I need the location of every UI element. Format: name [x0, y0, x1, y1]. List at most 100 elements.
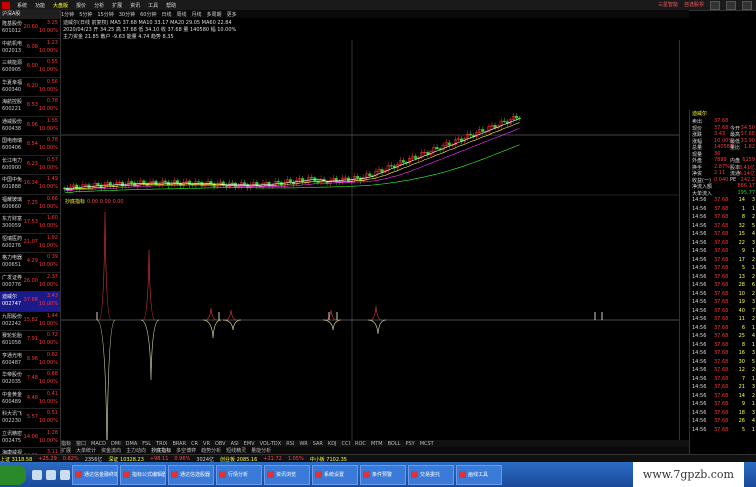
period-button-6[interactable]: 周线 — [177, 11, 187, 18]
stock-row[interactable]: 中国中免 601888 16.34 1.49 10.00% — [0, 175, 60, 195]
menu-item-7[interactable]: 工具 — [148, 2, 158, 9]
indicator-tab-6[interactable]: TRIX — [156, 441, 167, 447]
indicator-tab-18[interactable]: CCI — [342, 441, 350, 447]
stock-row[interactable]: 赛轮轮胎 601058 7.91 0.72 10.00% — [0, 331, 60, 351]
menu-item-5[interactable]: 扩展 — [112, 2, 122, 9]
indicator-tab-7[interactable]: BRAR — [172, 441, 186, 447]
menu-item-1[interactable]: 功能 — [35, 2, 45, 9]
taskbar-window-button[interactable]: 条件预警 — [360, 464, 406, 485]
stock-row[interactable]: 中航机电 002013 6.08 1.23 10.00% — [0, 39, 60, 58]
menu-right-item-2[interactable]: 自选股票 — [684, 1, 704, 10]
period-button-3[interactable]: 30分钟 — [119, 11, 135, 18]
quicklaunch-desktop-icon[interactable] — [46, 469, 56, 480]
stock-row[interactable]: 华帝股份 002035 7.48 0.68 10.00% — [0, 370, 60, 390]
taskbar-window-button[interactable]: 通达信选股器 — [168, 464, 214, 485]
menu-item-6[interactable]: 资讯 — [130, 2, 140, 9]
stock-row[interactable]: 长江电力 600900 6.23 0.57 10.00% — [0, 156, 60, 175]
extension-tab-6[interactable]: 趋势分析 — [201, 447, 221, 454]
extension-tab-1[interactable]: 大单统计 — [76, 447, 96, 454]
start-button[interactable] — [0, 464, 26, 485]
menu-item-3[interactable]: 报价 — [76, 2, 86, 9]
extension-tab-8[interactable]: 量能分析 — [251, 447, 271, 454]
stock-row[interactable]: 亨通光电 600487 8.96 0.82 10.00% — [0, 351, 60, 370]
stock-row[interactable]: 三峡能源 600905 6.00 0.55 10.00% — [0, 58, 60, 78]
stock-row[interactable]: 广发证券 000776 26.00 2.37 10.00% — [0, 273, 60, 292]
indicator-tab-9[interactable]: VR — [203, 441, 210, 447]
taskbar-window-button[interactable]: 系统设置 — [312, 464, 358, 485]
indicator-tab-21[interactable]: BOLL — [388, 441, 401, 447]
taskbar-window-button[interactable]: 通达信金融终端 — [72, 464, 118, 485]
indicator-tab-16[interactable]: SAR — [313, 441, 323, 447]
indicator-tab-3[interactable]: DMI — [111, 441, 121, 447]
indicator-tab-4[interactable]: DMA — [126, 441, 138, 447]
period-button-7[interactable]: 月线 — [192, 11, 202, 18]
stock-row[interactable]: 东方财富 300059 17.53 1.60 10.00% — [0, 214, 60, 234]
maximize-icon[interactable] — [726, 0, 736, 10]
quicklaunch-ie-icon[interactable] — [32, 469, 42, 480]
close-icon[interactable] — [742, 0, 752, 10]
kline-chart[interactable]: 抄底指标 0.00 0.00 0.00 — [61, 40, 679, 440]
period-button-9[interactable]: 更多 — [227, 11, 237, 18]
extension-tab-0[interactable]: 扩展 — [61, 447, 71, 454]
menu-item-2[interactable]: 大盘版 — [53, 2, 68, 9]
indicator-tab-23[interactable]: MCST — [420, 441, 434, 447]
indicator-tab-11[interactable]: ASI — [231, 441, 239, 447]
stock-row[interactable]: 隆基股份 601012 20.60 3.25 10.00% — [0, 19, 60, 39]
taskbar-window-button[interactable]: 交易委托 — [408, 464, 454, 485]
indicator-tab-22[interactable]: PSY — [405, 441, 414, 447]
stock-row[interactable]: 中金黄金 600489 4.48 0.41 10.00% — [0, 390, 60, 409]
stock-row[interactable]: 科大讯飞 002230 5.57 0.51 10.00% — [0, 409, 60, 429]
stock-row[interactable]: 福耀玻璃 600660 7.25 0.66 10.00% — [0, 195, 60, 214]
menu-right-item-1[interactable]: 三星智能 — [658, 1, 678, 10]
menu-item-8[interactable]: 帮助 — [166, 2, 176, 9]
taskbar-window-label: 通达信选股器 — [180, 472, 211, 478]
minimize-icon[interactable] — [710, 0, 720, 10]
stock-row[interactable]: 迪威尔 002747 37.68 3.43 10.00% — [0, 292, 60, 312]
stock-row[interactable]: 恒瑞医药 600276 21.07 1.92 10.00% — [0, 234, 60, 253]
indicator-tab-14[interactable]: RSI — [286, 441, 294, 447]
extension-tab-4[interactable]: 抄底指标 — [151, 447, 171, 454]
candle-body — [267, 182, 271, 187]
tick-list[interactable]: 14:56 37.68 14 3 14:56 37.68 1 1 14:56 37.68 8 2 14:… — [690, 197, 756, 435]
period-button-0[interactable]: 1分钟 — [61, 11, 74, 18]
menu-item-0[interactable]: 系统 — [17, 2, 27, 9]
tick-price: 37.68 — [714, 231, 729, 237]
stock-row[interactable]: 华夏幸福 600340 6.20 0.56 10.00% — [0, 78, 60, 97]
stock-row[interactable]: 通威股份 600438 6.06 1.55 10.00% — [0, 117, 60, 136]
period-button-2[interactable]: 15分钟 — [97, 11, 113, 18]
stock-row[interactable]: 国电南瑞 600406 8.54 0.78 10.00% — [0, 136, 60, 156]
indicator-tab-15[interactable]: WR — [299, 441, 307, 447]
indicator-tab-2[interactable]: MACD — [91, 441, 106, 447]
indicator-tab-0[interactable]: 指标 — [61, 440, 71, 447]
taskbar-window-button[interactable]: 画线工具 — [456, 464, 502, 485]
stock-row[interactable]: 立讯精密 002475 14.08 1.28 10.00% — [0, 429, 60, 448]
extension-tab-7[interactable]: 短线精灵 — [226, 447, 246, 454]
stock-list-header[interactable]: 沪深A股 — [0, 10, 60, 19]
indicator-tab-17[interactable]: KDJ — [328, 441, 337, 447]
extension-tab-2[interactable]: 资金流向 — [101, 447, 121, 454]
extension-tab-3[interactable]: 主力动向 — [126, 447, 146, 454]
stock-row[interactable]: 格力电器 000651 4.29 0.39 10.00% — [0, 253, 60, 273]
extension-tab-5[interactable]: 多空博弈 — [176, 447, 196, 454]
indicator-tab-12[interactable]: EMV — [244, 441, 255, 447]
stock-row[interactable]: 海航控股 600221 8.53 0.78 10.00% — [0, 97, 60, 117]
indicator-tab-5[interactable]: FSL — [142, 441, 151, 447]
period-button-4[interactable]: 60分钟 — [140, 11, 156, 18]
stock-row[interactable]: 九阳股份 002242 15.82 1.44 10.00% — [0, 312, 60, 331]
quicklaunch-media-icon[interactable] — [60, 469, 70, 480]
indicator-tab-20[interactable]: MTM — [371, 441, 383, 447]
menu-item-4[interactable]: 分析 — [94, 2, 104, 9]
taskbar-window-button[interactable]: 指标公式编辑器 — [120, 464, 166, 485]
indicator-tab-10[interactable]: OBV — [215, 441, 226, 447]
indicator-tab-13[interactable]: VOL-TDX — [260, 441, 282, 447]
taskbar-window-button[interactable]: 行情分析 — [216, 464, 262, 485]
indicator-tab-19[interactable]: ROC — [355, 441, 366, 447]
period-button-1[interactable]: 5分钟 — [79, 11, 92, 18]
period-button-5[interactable]: 日线 — [162, 11, 172, 18]
indicator-tab-8[interactable]: CR — [191, 441, 198, 447]
indicator-peak — [204, 307, 218, 321]
taskbar-window-button[interactable]: 资讯浏览 — [264, 464, 310, 485]
stock-change-pct: 10.00% — [38, 340, 58, 346]
period-button-8[interactable]: 多周期 — [207, 11, 222, 18]
indicator-tab-1[interactable]: 窗口 — [76, 440, 86, 447]
